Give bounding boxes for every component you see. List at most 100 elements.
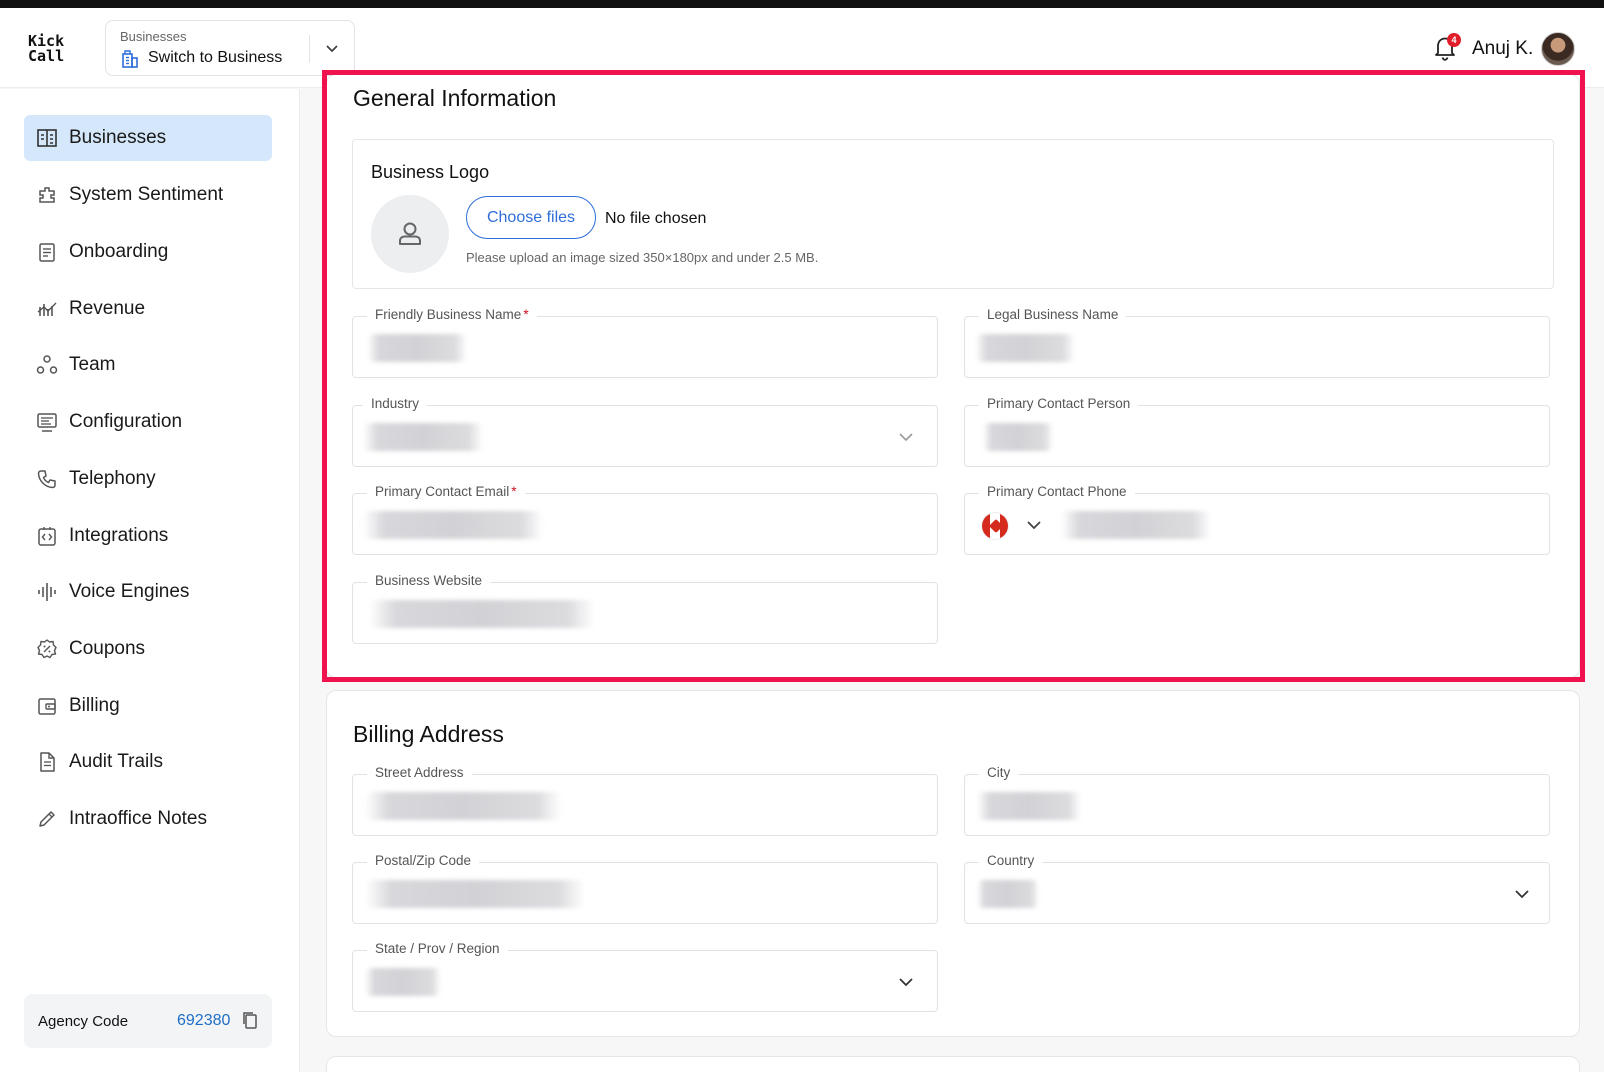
friendly-business-name-field[interactable]: Friendly Business Name *	[352, 307, 938, 378]
redacted-value	[975, 334, 1075, 362]
file-list-icon	[35, 750, 59, 774]
sidebar-item-coupons[interactable]: Coupons	[24, 626, 272, 672]
agency-code-value[interactable]: 692380	[177, 1012, 230, 1030]
sidebar-item-label: Coupons	[69, 638, 146, 659]
field-label: Street Address	[367, 765, 472, 780]
puzzle-icon	[35, 183, 59, 207]
sidebar-item-billing[interactable]: Billing	[24, 683, 272, 729]
primary-contact-phone-field[interactable]: Primary Contact Phone	[964, 484, 1550, 555]
redacted-value	[363, 423, 483, 451]
user-icon	[399, 222, 421, 245]
required-mark: *	[523, 307, 529, 322]
redacted-value	[365, 968, 441, 996]
sidebar-item-label: Integrations	[69, 525, 169, 546]
team-icon	[35, 353, 59, 377]
business-switcher[interactable]: Businesses Switch to Business	[105, 20, 355, 76]
agency-code-box: Agency Code 692380	[24, 994, 272, 1048]
document-icon	[35, 240, 59, 264]
sidebar-item-label: Configuration	[69, 411, 183, 432]
notification-badge: 4	[1447, 33, 1461, 47]
legal-business-name-field[interactable]: Legal Business Name	[964, 307, 1550, 378]
chevron-down-icon	[899, 433, 913, 442]
upload-hint: Please upload an image sized 350×180px a…	[466, 250, 819, 265]
redacted-value	[977, 880, 1039, 908]
building-icon	[122, 50, 138, 68]
field-label: Primary Contact Phone	[979, 484, 1135, 499]
waveform-icon	[35, 580, 59, 604]
avatar[interactable]	[1541, 32, 1575, 66]
sidebar-item-team[interactable]: Team	[24, 342, 272, 388]
chevron-down-icon[interactable]	[1025, 516, 1043, 534]
pencil-icon	[35, 807, 59, 831]
redacted-value	[365, 880, 585, 908]
code-icon	[35, 524, 59, 548]
sidebar-item-label: Audit Trails	[69, 751, 163, 772]
field-label: Primary Contact Person	[979, 396, 1139, 411]
choose-files-button[interactable]: Choose files	[466, 196, 596, 239]
chevron-down-icon	[1515, 890, 1529, 899]
sidebar-item-intraoffice-notes[interactable]: Intraoffice Notes	[24, 796, 272, 842]
field-label: Industry	[363, 396, 428, 411]
business-logo-label: Business Logo	[371, 162, 490, 182]
postal-code-field[interactable]: Postal/Zip Code	[352, 853, 938, 924]
chevron-down-icon[interactable]	[316, 39, 348, 59]
field-label: Business Website	[367, 573, 491, 588]
primary-contact-person-field[interactable]: Primary Contact Person	[964, 396, 1550, 467]
next-section-card	[326, 1056, 1580, 1072]
sidebar-item-label: Team	[69, 354, 116, 375]
business-logo-section: Business Logo Choose files No file chose…	[352, 139, 1554, 289]
sidebar-item-integrations[interactable]: Integrations	[24, 513, 272, 559]
phone-icon	[35, 467, 59, 491]
sidebar-item-label: Revenue	[69, 298, 146, 319]
country-select[interactable]: Country	[964, 853, 1550, 924]
sidebar-item-label: System Sentiment	[69, 184, 224, 205]
industry-select[interactable]: Industry	[352, 396, 938, 467]
sidebar: Businesses System Sentiment Onboarding R…	[0, 89, 300, 1072]
field-label: Friendly Business Name	[375, 307, 522, 322]
coupon-icon	[35, 637, 59, 661]
redacted-value	[983, 423, 1053, 451]
city-field[interactable]: City	[964, 765, 1550, 836]
building-icon	[35, 126, 59, 150]
sidebar-item-configuration[interactable]: Configuration	[24, 399, 272, 445]
canada-flag-icon[interactable]	[981, 512, 1009, 540]
business-website-field[interactable]: Business Website	[352, 573, 938, 644]
field-label: City	[979, 765, 1019, 780]
sidebar-item-label: Businesses	[69, 127, 167, 148]
monitor-settings-icon	[35, 410, 59, 434]
field-label: State / Prov / Region	[367, 941, 508, 956]
wallet-icon	[35, 694, 59, 718]
chevron-down-icon	[899, 978, 913, 987]
street-address-field[interactable]: Street Address	[352, 765, 938, 836]
logo-placeholder	[371, 195, 449, 273]
state-select[interactable]: State / Prov / Region	[352, 941, 938, 1012]
sidebar-item-audit-trails[interactable]: Audit Trails	[24, 739, 272, 785]
copy-icon[interactable]	[242, 1011, 258, 1034]
billing-address-title: Billing Address	[353, 721, 504, 747]
top-strip	[0, 0, 1604, 8]
redacted-value	[365, 792, 561, 820]
sidebar-item-telephony[interactable]: Telephony	[24, 456, 272, 502]
sidebar-item-label: Billing	[69, 695, 120, 716]
sidebar-item-label: Telephony	[69, 468, 156, 489]
sidebar-item-businesses[interactable]: Businesses	[24, 115, 272, 161]
business-switcher-label: Businesses	[120, 29, 187, 44]
app-logo[interactable]: Kick Call	[28, 34, 64, 64]
chart-icon	[35, 297, 59, 321]
primary-contact-email-field[interactable]: Primary Contact Email *	[352, 484, 938, 555]
redacted-value	[977, 792, 1081, 820]
file-status: No file chosen	[605, 210, 707, 227]
field-label: Country	[979, 853, 1043, 868]
sidebar-item-system-sentiment[interactable]: System Sentiment	[24, 172, 272, 218]
redacted-value	[1061, 511, 1211, 539]
redacted-value	[363, 511, 543, 539]
user-name[interactable]: Anuj K.	[1472, 38, 1533, 60]
sidebar-item-label: Voice Engines	[69, 581, 190, 602]
sidebar-item-voice-engines[interactable]: Voice Engines	[24, 569, 272, 615]
business-switcher-value: Switch to Business	[148, 49, 283, 66]
sidebar-item-onboarding[interactable]: Onboarding	[24, 229, 272, 275]
divider	[309, 35, 310, 63]
sidebar-item-revenue[interactable]: Revenue	[24, 286, 272, 332]
redacted-value	[369, 600, 595, 628]
field-label: Postal/Zip Code	[367, 853, 480, 868]
